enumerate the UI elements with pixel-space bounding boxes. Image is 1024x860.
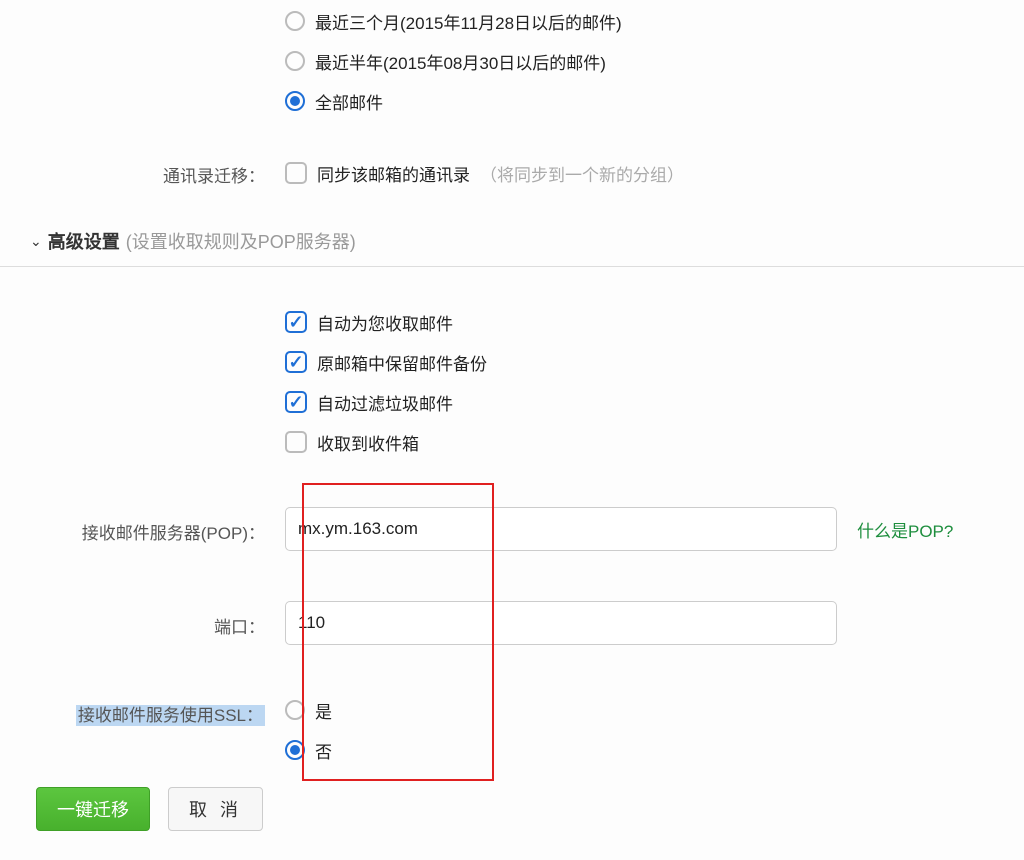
sync-contacts-label: 同步该邮箱的通讯录 xyxy=(317,161,470,186)
radio-6months-label: 最近半年(2015年08月30日以后的邮件) xyxy=(315,49,606,74)
ssl-label: 接收邮件服务使用SSL： xyxy=(76,705,265,726)
auto-receive-label: 自动为您收取邮件 xyxy=(317,310,453,335)
radio-ssl-no[interactable] xyxy=(285,740,305,760)
port-label: 端口： xyxy=(0,609,285,638)
pop-help-link[interactable]: 什么是POP? xyxy=(857,517,953,542)
advanced-subtitle: (设置收取规则及POP服务器) xyxy=(126,228,356,254)
pop-server-input[interactable] xyxy=(285,507,837,551)
filter-spam-label: 自动过滤垃圾邮件 xyxy=(317,390,453,415)
keep-backup-label: 原邮箱中保留邮件备份 xyxy=(317,350,487,375)
checkbox-filter-spam[interactable] xyxy=(285,391,307,413)
sync-contacts-hint: （将同步到一个新的分组） xyxy=(480,161,684,186)
radio-3months[interactable] xyxy=(285,11,305,31)
port-input[interactable] xyxy=(285,601,837,645)
ssl-no-label: 否 xyxy=(315,738,332,763)
chevron-down-icon: ⌄ xyxy=(30,233,42,250)
contacts-label: 通讯录迁移： xyxy=(0,158,285,187)
advanced-settings-header[interactable]: ⌄ 高级设置 (设置收取规则及POP服务器) xyxy=(0,218,1024,267)
ssl-yes-label: 是 xyxy=(315,698,332,723)
checkbox-sync-contacts[interactable] xyxy=(285,162,307,184)
radio-3months-label: 最近三个月(2015年11月28日以后的邮件) xyxy=(315,9,622,34)
migrate-button[interactable]: 一键迁移 xyxy=(36,787,150,831)
checkbox-keep-backup[interactable] xyxy=(285,351,307,373)
to-inbox-label: 收取到收件箱 xyxy=(317,430,419,455)
radio-all[interactable] xyxy=(285,91,305,111)
cancel-button[interactable]: 取 消 xyxy=(168,787,263,831)
checkbox-auto-receive[interactable] xyxy=(285,311,307,333)
checkbox-to-inbox[interactable] xyxy=(285,431,307,453)
pop-server-label: 接收邮件服务器(POP)： xyxy=(0,515,285,544)
radio-6months[interactable] xyxy=(285,51,305,71)
radio-ssl-yes[interactable] xyxy=(285,700,305,720)
advanced-title: 高级设置 xyxy=(48,228,120,254)
radio-all-label: 全部邮件 xyxy=(315,89,383,114)
